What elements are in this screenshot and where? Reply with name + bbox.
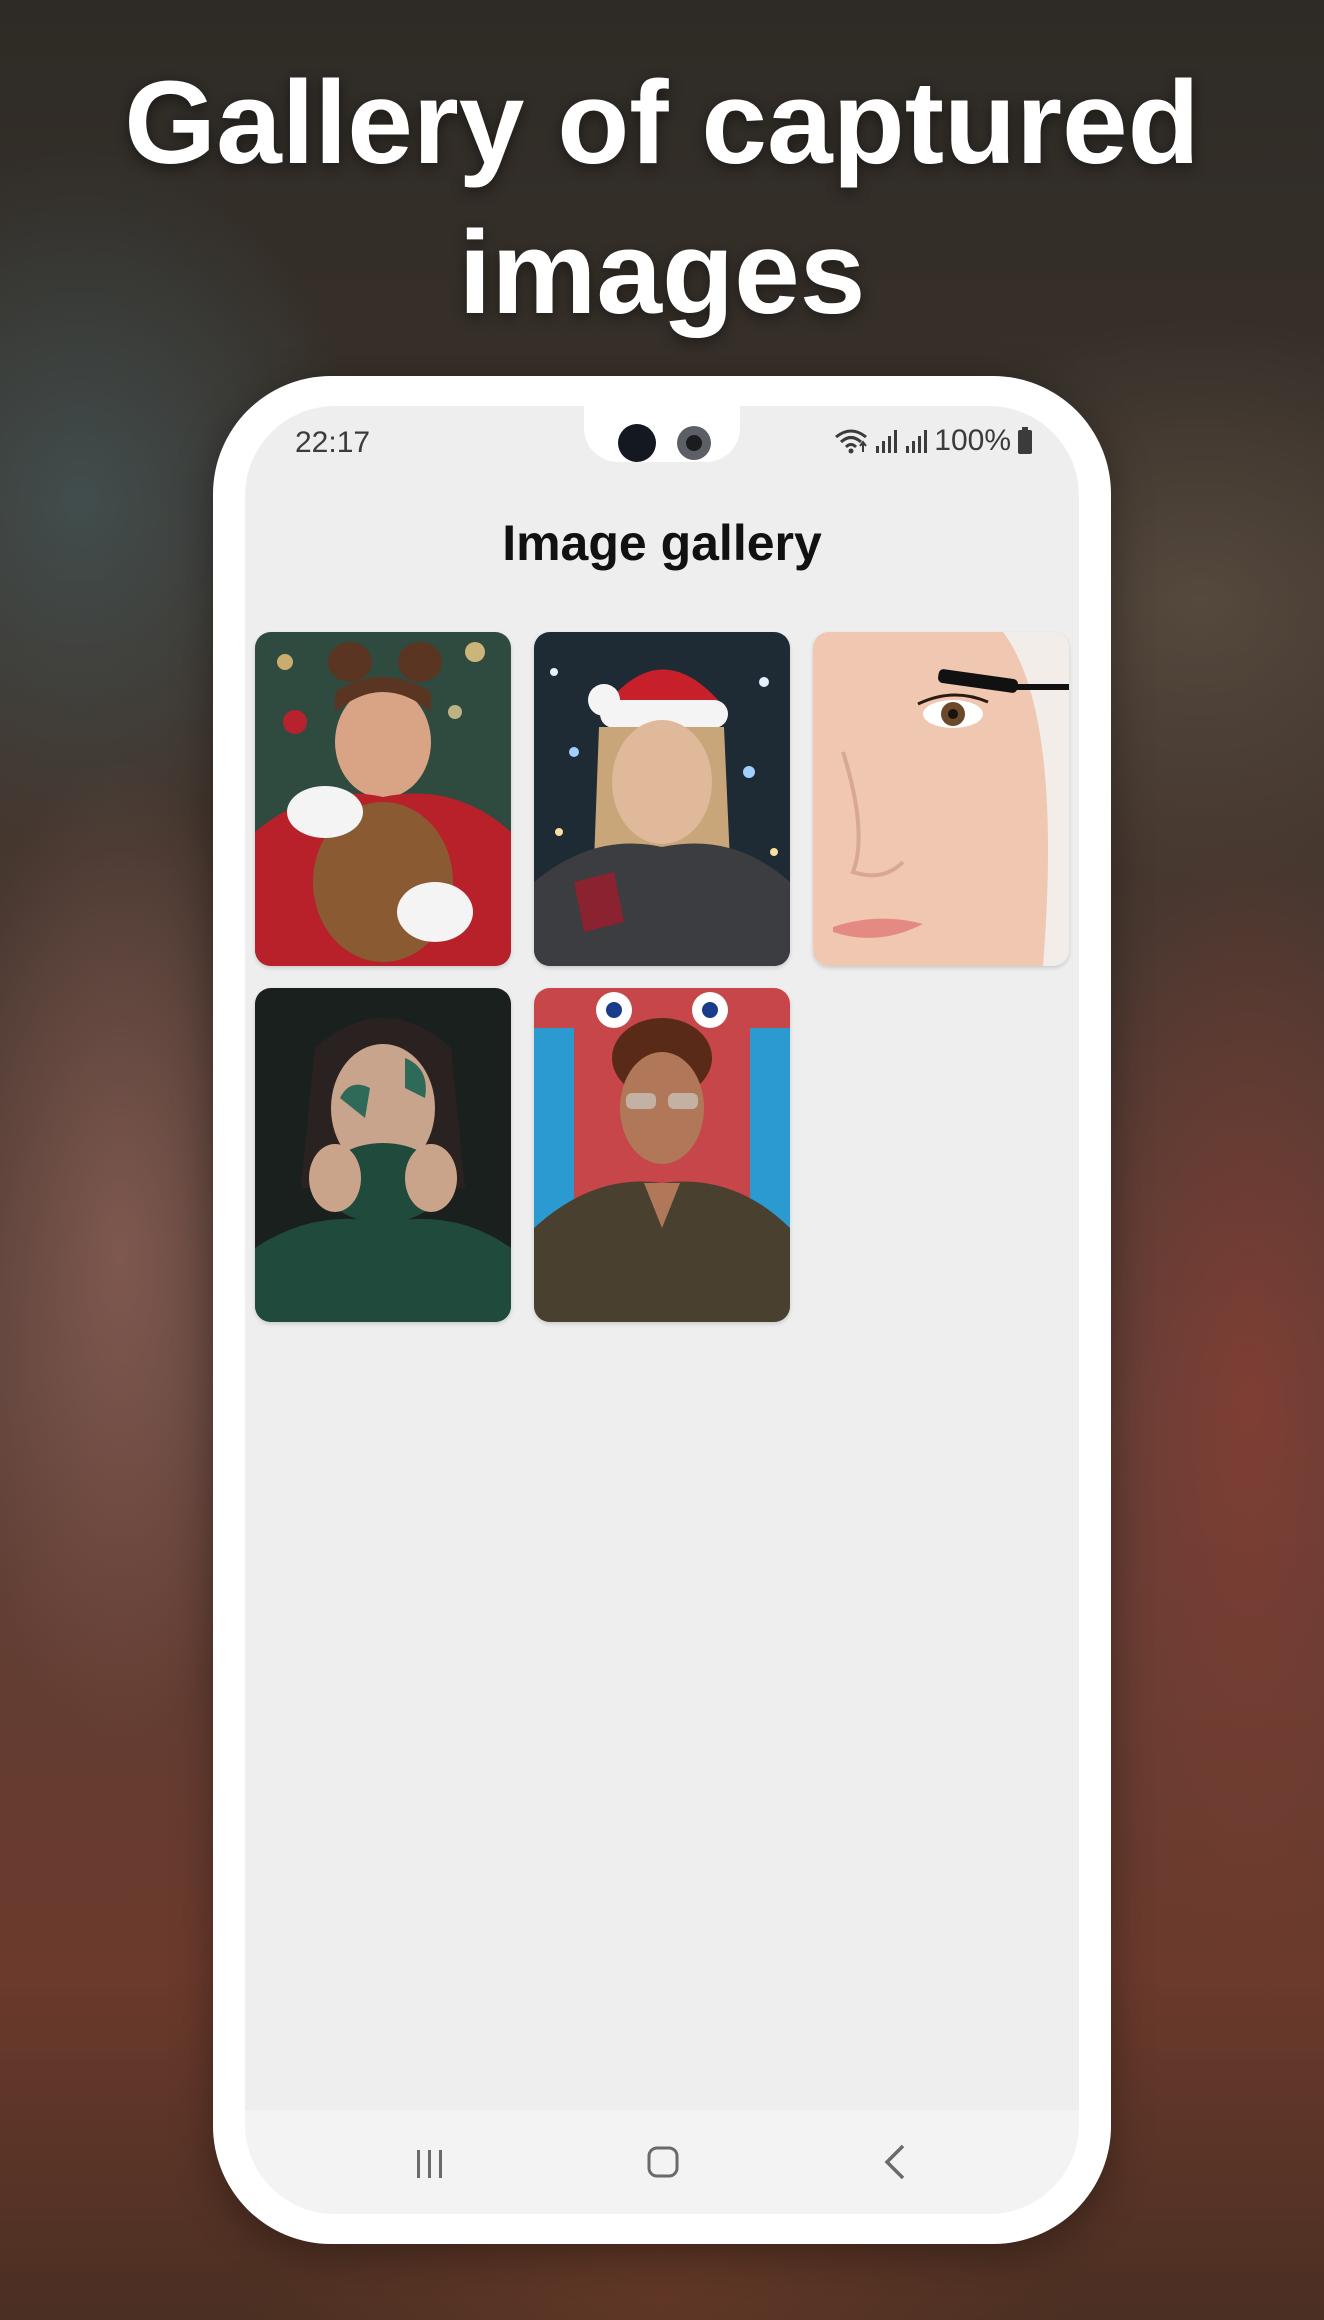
gallery-image-5[interactable] [534,988,790,1322]
back-icon[interactable] [873,2138,921,2186]
battery-icon [1017,427,1033,455]
image-grid [255,632,1069,1322]
gallery-image-1[interactable] [255,632,511,966]
battery-percent: 100% [934,424,1011,457]
headline-line-1: Gallery of captured [124,57,1200,189]
promo-headline: Gallery of captured images [0,48,1324,348]
gallery-image-4[interactable] [255,988,511,1322]
camera-notch [584,406,740,462]
gallery-image-3[interactable] [813,632,1069,966]
home-icon[interactable] [639,2138,687,2186]
signal-icon [874,428,898,454]
gallery-image-2[interactable] [534,632,790,966]
system-nav-bar [245,2110,1079,2214]
front-camera-icon [618,424,656,462]
recents-icon[interactable] [405,2138,453,2186]
status-time: 22:17 [295,426,371,459]
headline-line-2: images [458,207,866,339]
phone-frame: 22:17 100% Image gallery [213,376,1111,2244]
status-icons: 100% [834,424,1033,458]
phone-screen: 22:17 100% Image gallery [245,406,1079,2214]
signal-icon [904,428,928,454]
wifi-icon [834,426,868,456]
page-title: Image gallery [502,515,822,571]
sensor-icon [677,426,711,460]
